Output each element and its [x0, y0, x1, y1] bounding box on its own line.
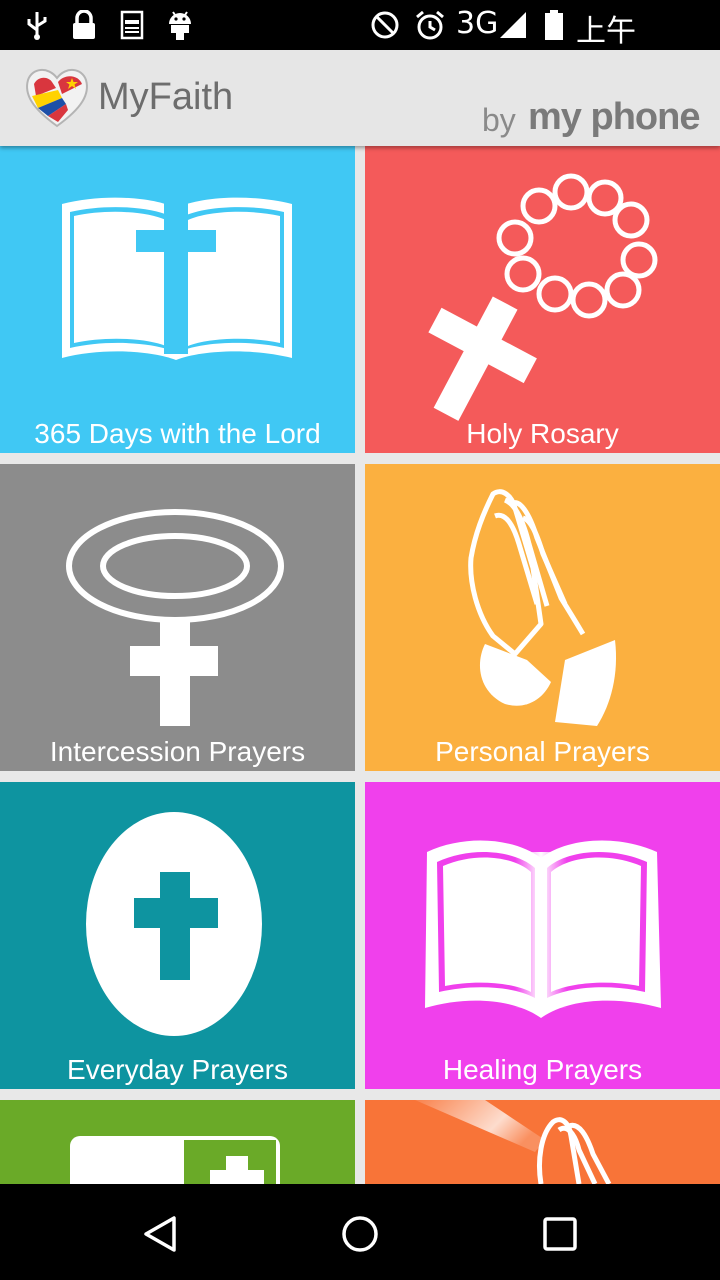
alarm-icon — [416, 10, 444, 40]
recents-icon[interactable] — [542, 1216, 578, 1252]
tile-intercession-prayers[interactable]: Intercession Prayers — [0, 464, 355, 771]
lock-icon — [73, 10, 95, 39]
tile-personal-prayers[interactable]: Personal Prayers — [365, 464, 720, 771]
usb-icon — [27, 12, 47, 40]
tile-label: Intercession Prayers — [49, 736, 306, 767]
tile-healing-prayers[interactable]: Healing Prayers — [365, 782, 720, 1089]
signal-icon — [500, 12, 526, 38]
tile-partial-orange[interactable] — [365, 1100, 720, 1184]
tile-everyday-prayers[interactable]: Everyday Prayers — [0, 782, 355, 1089]
back-icon[interactable] — [140, 1214, 180, 1254]
myfaith-logo-icon[interactable] — [22, 64, 92, 130]
tile-label: 365 Days with the Lord — [34, 418, 321, 449]
tile-holy-rosary[interactable]: Holy Rosary — [365, 146, 720, 453]
android-icon — [169, 11, 191, 40]
by-label: by — [482, 102, 516, 138]
tile-label: Holy Rosary — [466, 418, 619, 449]
tile-365-days[interactable]: 365 Days with the Lord — [0, 146, 355, 453]
log-icon — [120, 10, 144, 40]
praying-light-icon — [365, 1100, 720, 1184]
tile-label: Personal Prayers — [435, 736, 650, 767]
praying-hands-icon — [468, 489, 617, 726]
status-bar: 3G 上午11:30 — [0, 0, 720, 85]
oval-cross-icon — [86, 812, 262, 1036]
network-type: 3G — [456, 6, 499, 41]
rosary-icon — [428, 173, 658, 421]
card-cross-icon — [0, 1100, 355, 1184]
app-title: MyFaith — [98, 76, 234, 118]
halo-cross-icon — [66, 509, 284, 726]
bible-cross-icon — [62, 197, 292, 360]
do-not-disturb-icon — [371, 11, 399, 39]
tile-label: Healing Prayers — [442, 1054, 643, 1085]
home-icon[interactable] — [340, 1214, 380, 1254]
tile-label: Everyday Prayers — [67, 1054, 288, 1085]
app-bar: MyFaith by my phone — [0, 50, 720, 146]
open-book-icon — [425, 840, 661, 1018]
battery-icon — [545, 10, 563, 40]
navigation-bar — [0, 1184, 720, 1280]
brand-name: my phone — [528, 96, 700, 138]
tile-partial-green[interactable] — [0, 1100, 355, 1184]
